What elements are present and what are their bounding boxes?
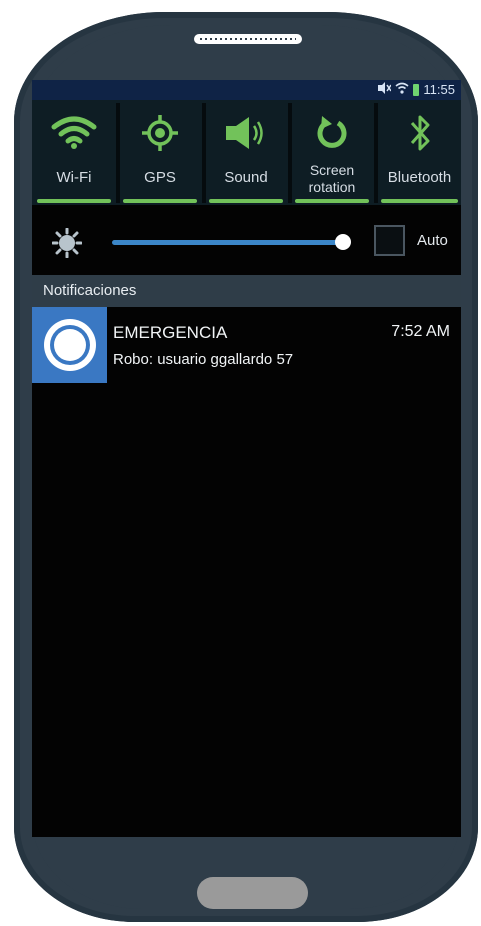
rotation-icon [292, 111, 372, 155]
auto-brightness-label: Auto [417, 232, 448, 249]
qs-label-wifi: Wi-Fi [56, 169, 92, 186]
battery-icon [413, 83, 420, 96]
qs-tile-gps[interactable]: GPS [120, 103, 200, 203]
home-button[interactable] [197, 877, 308, 909]
auto-brightness-checkbox[interactable] [374, 225, 405, 256]
mute-icon [377, 82, 393, 97]
earpiece-speaker [194, 34, 302, 44]
qs-tile-screen-rotation[interactable]: Screen rotation [292, 103, 372, 203]
brightness-icon [51, 227, 83, 259]
status-time: 11:55 [423, 82, 455, 97]
qs-tile-sound[interactable]: Sound [206, 103, 286, 203]
screen: 11:55 Wi-Fi GPS Sound Screen rotation Bl… [32, 80, 461, 837]
qs-label-sound: Sound [224, 169, 268, 186]
brightness-slider-track[interactable] [112, 240, 350, 245]
qs-label-bluetooth: Bluetooth [387, 169, 452, 186]
qs-active-indicator [381, 199, 458, 203]
bluetooth-icon [378, 111, 461, 155]
qs-label-screen-rotation: Screen rotation [308, 162, 356, 195]
qs-active-indicator [37, 199, 111, 203]
qs-active-indicator [295, 199, 369, 203]
quick-settings-panel: Wi-Fi GPS Sound Screen rotation Bluetoot… [32, 100, 461, 205]
alert-ring-icon [32, 307, 107, 383]
status-bar: 11:55 [32, 80, 461, 100]
qs-active-indicator [209, 199, 283, 203]
qs-tile-wifi[interactable]: Wi-Fi [34, 103, 114, 203]
brightness-row: Auto [32, 205, 461, 275]
brightness-slider-thumb[interactable] [335, 234, 352, 250]
wifi-icon [395, 82, 409, 97]
sound-icon [206, 111, 286, 155]
qs-tile-bluetooth[interactable]: Bluetooth [378, 103, 461, 203]
qs-label-gps: GPS [144, 169, 176, 186]
notification-title: EMERGENCIA [113, 323, 228, 342]
wifi-icon [34, 111, 114, 155]
notification-text: Robo: usuario ggallardo 57 [113, 351, 294, 368]
notification-time: 7:52 AM [391, 323, 450, 340]
notifications-header: Notificaciones [32, 275, 461, 307]
gps-icon [120, 111, 200, 155]
qs-active-indicator [123, 199, 197, 203]
notification-item[interactable]: EMERGENCIA 7:52 AM Robo: usuario ggallar… [32, 307, 461, 383]
